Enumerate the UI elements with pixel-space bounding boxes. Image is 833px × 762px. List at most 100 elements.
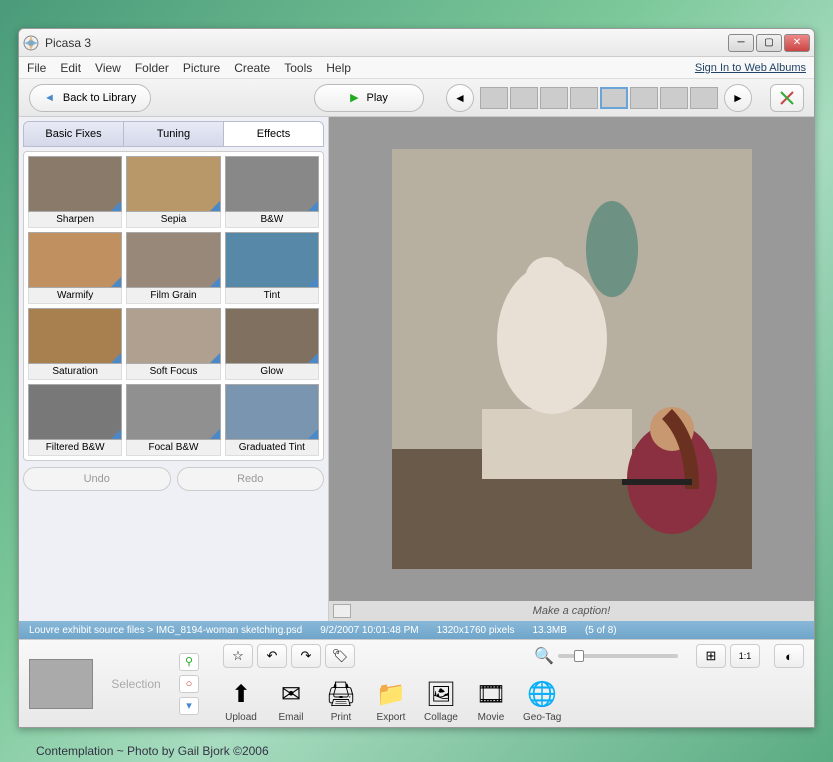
filmstrip-thumb-selected[interactable]: [600, 87, 628, 109]
corner-icon: [210, 429, 220, 439]
menubar: File Edit View Folder Picture Create Too…: [19, 57, 814, 79]
info-dims: 1320x1760 pixels: [437, 625, 515, 636]
effect-warmify[interactable]: Warmify: [28, 232, 122, 304]
export-icon: 📁: [373, 678, 409, 710]
fit-button[interactable]: ⊞: [696, 644, 726, 668]
action-upload[interactable]: ⬆Upload: [223, 678, 259, 723]
filmstrip-thumb[interactable]: [570, 87, 598, 109]
play-button[interactable]: ▶ Play: [314, 84, 424, 112]
corner-icon: [111, 201, 121, 211]
action-geo-tag[interactable]: 🌐Geo-Tag: [523, 678, 561, 723]
magic-icon: [779, 90, 795, 106]
menu-picture[interactable]: Picture: [183, 61, 220, 75]
filmstrip-thumb[interactable]: [690, 87, 718, 109]
filmstrip-thumb[interactable]: [540, 87, 568, 109]
action-print[interactable]: 🖨Print: [323, 678, 359, 723]
actual-size-button[interactable]: 1:1: [730, 644, 760, 668]
corner-icon: [210, 201, 220, 211]
effect-sharpen[interactable]: Sharpen: [28, 156, 122, 228]
effect-thumb: [225, 308, 319, 364]
menu-file[interactable]: File: [27, 61, 46, 75]
effect-graduated-tint[interactable]: Graduated Tint: [225, 384, 319, 456]
tab-tuning[interactable]: Tuning: [124, 122, 224, 146]
effect-label: Warmify: [28, 288, 122, 304]
menu-create[interactable]: Create: [234, 61, 270, 75]
menu-edit[interactable]: Edit: [60, 61, 81, 75]
caption-bar[interactable]: Make a caption!: [329, 601, 814, 621]
menu-view[interactable]: View: [95, 61, 121, 75]
tag-column: ⚲ ○ ▾: [179, 653, 199, 715]
effects-grid: SharpenSepiaB&W WarmifyFilm Grain Tint Satu…: [23, 151, 324, 461]
effect-thumb: [225, 232, 319, 288]
rotate-left-button[interactable]: ↶: [257, 644, 287, 668]
action-collage[interactable]: 🖼Collage: [423, 678, 459, 723]
filmstrip-thumb[interactable]: [660, 87, 688, 109]
effect-filtered-b-w[interactable]: Filtered B&W: [28, 384, 122, 456]
effect-tint[interactable]: Tint: [225, 232, 319, 304]
menu-help[interactable]: Help: [326, 61, 351, 75]
selection-thumb[interactable]: [29, 659, 93, 709]
movie-icon: 🎞: [473, 678, 509, 710]
menu-folder[interactable]: Folder: [135, 61, 169, 75]
zoom-slider[interactable]: [558, 654, 678, 658]
play-label: Play: [367, 92, 388, 104]
action-movie[interactable]: 🎞Movie: [473, 678, 509, 723]
album-button[interactable]: ▾: [179, 697, 199, 715]
effect-film-grain[interactable]: Film Grain: [126, 232, 220, 304]
info-path: Louvre exhibit source files > IMG_8194-w…: [29, 625, 302, 636]
pin-button[interactable]: ⚲: [179, 653, 199, 671]
effect-saturation[interactable]: Saturation: [28, 308, 122, 380]
tool-row: ☆ ↶ ↷ 🏷 🔍 ⊞ 1:1 ◐: [223, 644, 804, 668]
action-export[interactable]: 📁 Export: [373, 678, 409, 723]
effect-thumb: [126, 384, 220, 440]
action-email[interactable]: ✉ Email: [273, 678, 309, 723]
tab-basic-fixes[interactable]: Basic Fixes: [24, 122, 124, 146]
tab-effects[interactable]: Effects: [224, 122, 323, 146]
action-label: Geo-Tag: [523, 712, 561, 723]
back-to-library-button[interactable]: ◄ Back to Library: [29, 84, 151, 112]
effect-label: Sharpen: [28, 212, 122, 228]
effect-b-w[interactable]: B&W: [225, 156, 319, 228]
filmstrip-thumb[interactable]: [630, 87, 658, 109]
action-label: Export: [377, 712, 406, 723]
main-area: Basic Fixes Tuning Effects SharpenSepiaB…: [19, 117, 814, 621]
email-icon: ✉: [273, 678, 309, 710]
tag-button[interactable]: 🏷: [325, 644, 355, 668]
filmstrip-thumb[interactable]: [510, 87, 538, 109]
next-photo-button[interactable]: ►: [724, 84, 752, 112]
corner-icon: [111, 277, 121, 287]
redo-button[interactable]: Redo: [177, 467, 325, 491]
effect-label: Soft Focus: [126, 364, 220, 380]
filmstrip: [480, 87, 718, 109]
effect-label: Film Grain: [126, 288, 220, 304]
star-button[interactable]: ☆: [223, 644, 253, 668]
effect-thumb: [225, 156, 319, 212]
menu-tools[interactable]: Tools: [284, 61, 312, 75]
color-manage-button[interactable]: ◐: [774, 644, 804, 668]
prev-photo-button[interactable]: ◄: [446, 84, 474, 112]
undo-button[interactable]: Undo: [23, 467, 171, 491]
minimize-button[interactable]: ─: [728, 34, 754, 52]
effect-thumb: [28, 232, 122, 288]
effect-glow[interactable]: Glow: [225, 308, 319, 380]
effect-soft-focus[interactable]: Soft Focus: [126, 308, 220, 380]
action-label: Collage: [424, 712, 458, 723]
corner-icon: [308, 429, 318, 439]
effect-focal-b-w[interactable]: Focal B&W: [126, 384, 220, 456]
histogram-icon[interactable]: [333, 604, 351, 618]
corner-icon: [111, 353, 121, 363]
toolbar: ◄ Back to Library ▶ Play ◄ ►: [19, 79, 814, 117]
rotate-right-button[interactable]: ↷: [291, 644, 321, 668]
magic-button[interactable]: [770, 84, 804, 112]
zoom-handle[interactable]: [574, 650, 584, 662]
filmstrip-thumb[interactable]: [480, 87, 508, 109]
close-button[interactable]: ✕: [784, 34, 810, 52]
upload-icon: ⬆: [223, 678, 259, 710]
edit-tabs: Basic Fixes Tuning Effects: [23, 121, 324, 147]
signin-link[interactable]: Sign In to Web Albums: [695, 62, 806, 74]
maximize-button[interactable]: ▢: [756, 34, 782, 52]
record-button[interactable]: ○: [179, 675, 199, 693]
info-pos: (5 of 8): [585, 625, 617, 636]
action-label: Email: [278, 712, 303, 723]
effect-sepia[interactable]: Sepia: [126, 156, 220, 228]
